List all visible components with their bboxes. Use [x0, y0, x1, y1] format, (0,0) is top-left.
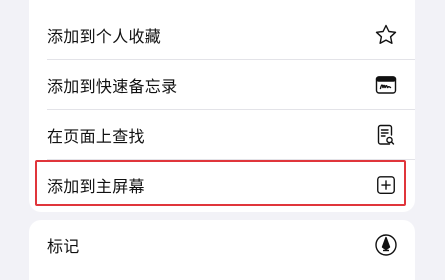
menu-item-label: 在页面上查找 [47, 127, 145, 146]
menu-item-label: 标记 [47, 237, 80, 256]
menu-item-add-to-favorites[interactable]: 添加到个人收藏 [29, 10, 415, 60]
highlight-box [35, 160, 406, 206]
menu-item-add-to-quick-note[interactable]: 添加到快速备忘录 [29, 60, 415, 110]
menu-item-label: 添加到个人收藏 [47, 27, 162, 46]
markup-pen-icon [373, 232, 399, 258]
menu-item-label: 添加到快速备忘录 [47, 77, 178, 96]
quick-note-icon [373, 72, 399, 98]
menu-item-find-on-page[interactable]: 在页面上查找 [29, 110, 415, 160]
markup-actions-group: 标记 [29, 220, 415, 280]
find-on-page-icon [373, 122, 399, 148]
menu-item-markup[interactable]: 标记 [29, 220, 415, 270]
star-icon [373, 22, 399, 48]
